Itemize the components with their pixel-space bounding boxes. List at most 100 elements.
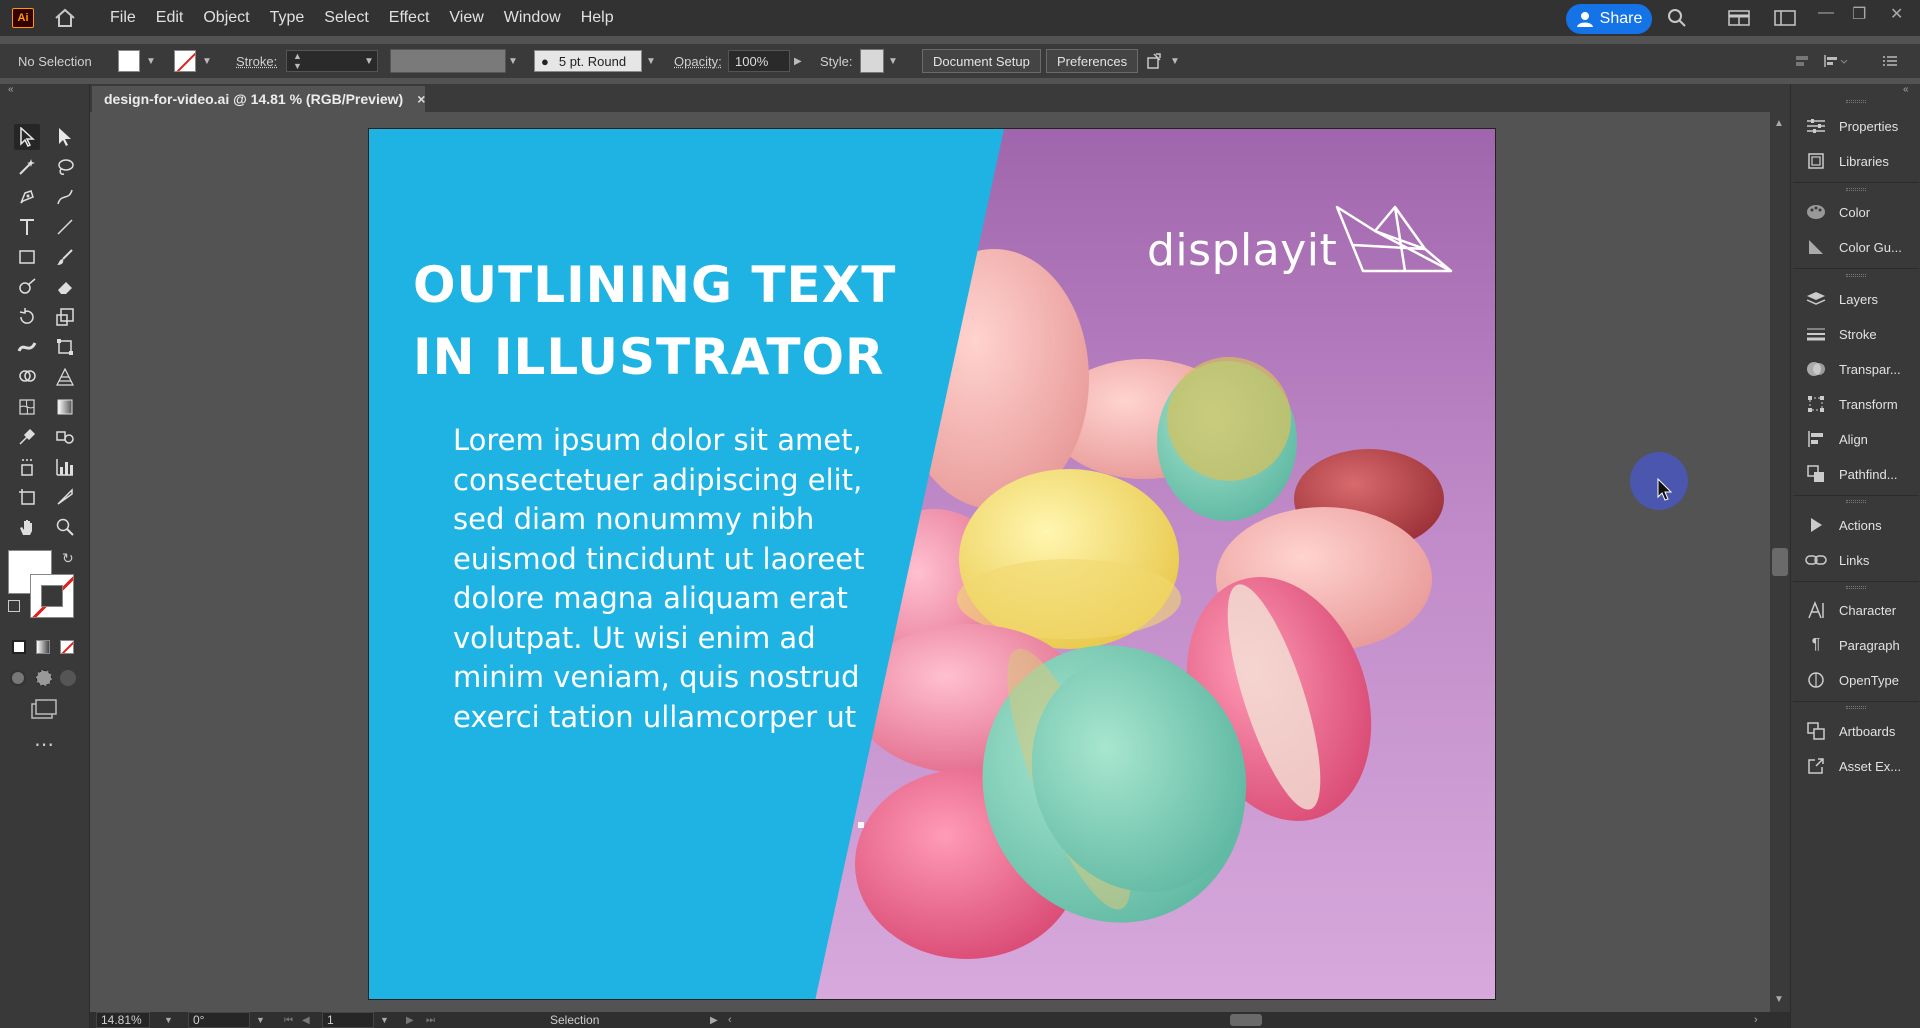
first-artboard-icon[interactable]: ⏮ bbox=[284, 1012, 293, 1028]
edit-toolbar-icon[interactable]: ⋯ bbox=[34, 732, 55, 757]
zoom-field[interactable]: 14.81% bbox=[96, 1012, 150, 1028]
stroke-color-box[interactable] bbox=[30, 574, 74, 618]
screen-mode-icon[interactable] bbox=[30, 698, 58, 725]
hand-tool-icon[interactable] bbox=[14, 514, 40, 540]
stroke-weight-dropdown-icon[interactable]: ▼ bbox=[364, 50, 378, 72]
menu-select[interactable]: Select bbox=[314, 0, 378, 36]
stroke-dropdown-icon[interactable]: ▼ bbox=[202, 50, 216, 72]
menu-file[interactable]: File bbox=[100, 0, 146, 36]
color-mode-icon[interactable] bbox=[12, 640, 26, 654]
panel-paragraph[interactable]: ¶ Paragraph bbox=[1791, 631, 1920, 659]
scroll-right-icon[interactable]: › bbox=[1754, 1012, 1758, 1028]
panel-transparency[interactable]: Transpar... bbox=[1791, 355, 1920, 383]
symbol-sprayer-tool-icon[interactable] bbox=[14, 454, 40, 480]
opacity-arrow-icon[interactable]: ▶ bbox=[794, 50, 808, 72]
rotation-field[interactable]: 0° bbox=[188, 1012, 250, 1028]
menu-view[interactable]: View bbox=[439, 0, 493, 36]
stroke-label[interactable]: Stroke: bbox=[236, 50, 277, 72]
artboard[interactable]: OUTLINING TEXT IN ILLUSTRATOR Lorem ipsu… bbox=[368, 128, 1496, 1000]
home-icon[interactable] bbox=[52, 5, 78, 31]
opacity-field[interactable]: 100% bbox=[728, 50, 790, 72]
status-menu-icon[interactable]: ▶ bbox=[710, 1012, 718, 1028]
panel-color[interactable]: Color bbox=[1791, 198, 1920, 226]
last-artboard-icon[interactable]: ⏭ bbox=[426, 1012, 435, 1028]
arrange-documents-icon[interactable] bbox=[1728, 8, 1750, 28]
collapse-toolbar-icon[interactable]: « bbox=[8, 84, 14, 95]
horizontal-scroll-thumb[interactable] bbox=[1230, 1014, 1262, 1026]
type-tool-icon[interactable] bbox=[14, 214, 40, 240]
panel-pathfinder[interactable]: Pathfind... bbox=[1791, 460, 1920, 488]
magic-wand-tool-icon[interactable] bbox=[14, 154, 40, 180]
panel-group-grip[interactable] bbox=[1846, 100, 1866, 103]
panel-group-grip[interactable] bbox=[1846, 586, 1866, 589]
pen-tool-icon[interactable] bbox=[14, 184, 40, 210]
panel-group-grip[interactable] bbox=[1846, 188, 1866, 191]
eraser-tool-icon[interactable] bbox=[52, 274, 78, 300]
share-button[interactable]: Share bbox=[1566, 4, 1652, 34]
panel-opentype[interactable]: OpenType bbox=[1791, 666, 1920, 694]
preferences-button[interactable]: Preferences bbox=[1046, 49, 1139, 73]
draw-normal-icon[interactable] bbox=[10, 670, 26, 686]
fill-dropdown-icon[interactable]: ▼ bbox=[146, 50, 160, 72]
scroll-down-icon[interactable]: ▼ bbox=[1774, 994, 1784, 1005]
curvature-tool-icon[interactable] bbox=[52, 184, 78, 210]
menu-type[interactable]: Type bbox=[260, 0, 315, 36]
panel-character[interactable]: Character bbox=[1791, 596, 1920, 624]
menu-edit[interactable]: Edit bbox=[146, 0, 194, 36]
search-icon[interactable] bbox=[1666, 8, 1688, 28]
panel-stroke[interactable]: Stroke bbox=[1791, 320, 1920, 348]
fill-swatch[interactable] bbox=[118, 50, 140, 72]
panel-color-guide[interactable]: Color Gu... bbox=[1791, 233, 1920, 261]
document-setup-button[interactable]: Document Setup bbox=[922, 49, 1041, 73]
panel-transform[interactable]: Transform bbox=[1791, 390, 1920, 418]
panel-actions[interactable]: Actions bbox=[1791, 511, 1920, 539]
panel-layers[interactable]: Layers bbox=[1791, 285, 1920, 313]
free-transform-tool-icon[interactable] bbox=[52, 334, 78, 360]
arrange-dropdown-icon[interactable]: ▼ bbox=[1170, 50, 1184, 72]
style-dropdown-icon[interactable]: ▼ bbox=[888, 50, 902, 72]
variable-width-profile[interactable] bbox=[390, 49, 506, 73]
selection-tool-icon[interactable] bbox=[14, 124, 40, 150]
zoom-dropdown-icon[interactable]: ▼ bbox=[164, 1012, 173, 1028]
panel-group-grip[interactable] bbox=[1846, 274, 1866, 277]
shaper-tool-icon[interactable] bbox=[14, 274, 40, 300]
profile-dropdown-icon[interactable]: ▼ bbox=[508, 50, 522, 72]
paintbrush-tool-icon[interactable] bbox=[52, 244, 78, 270]
panel-menu-icon[interactable] bbox=[1882, 50, 1898, 72]
menu-effect[interactable]: Effect bbox=[379, 0, 440, 36]
panel-align[interactable]: Align bbox=[1791, 425, 1920, 453]
document-tab[interactable]: design-for-video.ai @ 14.81 % (RGB/Previ… bbox=[92, 86, 426, 112]
eyedropper-tool-icon[interactable] bbox=[14, 424, 40, 450]
rotate-tool-icon[interactable] bbox=[14, 304, 40, 330]
gradient-tool-icon[interactable] bbox=[52, 394, 78, 420]
restore-icon[interactable]: ❐ bbox=[1852, 4, 1866, 24]
mesh-tool-icon[interactable] bbox=[14, 394, 40, 420]
none-mode-icon[interactable] bbox=[60, 640, 74, 654]
scale-tool-icon[interactable] bbox=[52, 304, 78, 330]
close-icon[interactable]: ✕ bbox=[1890, 4, 1903, 24]
next-artboard-icon[interactable]: ▶ bbox=[406, 1012, 414, 1028]
vertical-scroll-thumb[interactable] bbox=[1772, 548, 1788, 576]
artboard-number-field[interactable]: 1 bbox=[322, 1012, 374, 1028]
panel-properties[interactable]: Properties bbox=[1791, 112, 1920, 140]
style-swatch[interactable] bbox=[860, 49, 884, 73]
perspective-grid-tool-icon[interactable] bbox=[52, 364, 78, 390]
menu-help[interactable]: Help bbox=[571, 0, 624, 36]
column-graph-tool-icon[interactable] bbox=[52, 454, 78, 480]
rotation-dropdown-icon[interactable]: ▼ bbox=[256, 1012, 265, 1028]
arrange-icon[interactable] bbox=[1146, 50, 1166, 72]
workspace-icon[interactable] bbox=[1774, 8, 1796, 28]
panel-asset-export[interactable]: Asset Ex... bbox=[1791, 752, 1920, 780]
menu-window[interactable]: Window bbox=[494, 0, 571, 36]
panel-group-grip[interactable] bbox=[1846, 500, 1866, 503]
panel-artboards[interactable]: Artboards bbox=[1791, 717, 1920, 745]
rectangle-tool-icon[interactable] bbox=[14, 244, 40, 270]
blend-tool-icon[interactable] bbox=[52, 424, 78, 450]
gradient-mode-icon[interactable] bbox=[36, 640, 50, 654]
artboard-tool-icon[interactable] bbox=[14, 484, 40, 510]
tab-close-icon[interactable]: × bbox=[417, 91, 425, 107]
lasso-tool-icon[interactable] bbox=[52, 154, 78, 180]
menu-object[interactable]: Object bbox=[193, 0, 259, 36]
zoom-tool-icon[interactable] bbox=[52, 514, 78, 540]
swap-fill-stroke-icon[interactable]: ↻ bbox=[62, 550, 74, 567]
